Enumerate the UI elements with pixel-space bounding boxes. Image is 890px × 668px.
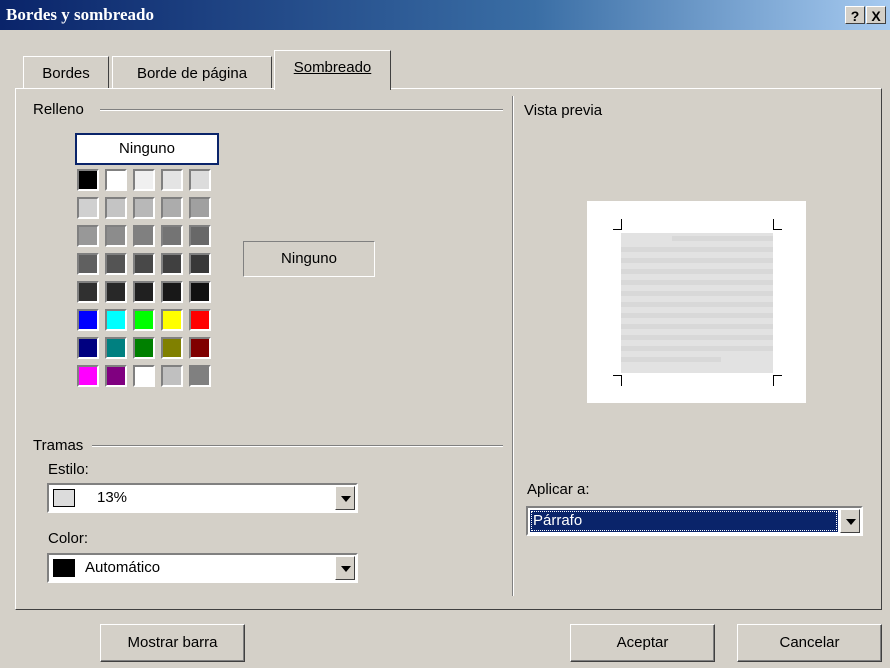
color-swatch-6-0[interactable] (77, 337, 99, 359)
apply-to-select[interactable]: Párrafo (526, 506, 863, 536)
window-title: Bordes y sombreado (6, 5, 154, 24)
color-swatch-0-2[interactable] (133, 169, 155, 191)
color-swatch-5-2[interactable] (133, 309, 155, 331)
vertical-separator (512, 96, 514, 596)
tab-borde-de-pagina-label: Borde de página (136, 65, 248, 82)
ok-button-label: Aceptar (616, 634, 669, 651)
chevron-down-icon[interactable] (840, 509, 860, 533)
color-value: Automático (85, 559, 161, 576)
tab-bordes[interactable]: Bordes (23, 56, 109, 90)
patterns-divider (92, 445, 503, 447)
color-swatch-4-1[interactable] (105, 281, 127, 303)
preview-line (621, 357, 721, 362)
color-swatch-0-1[interactable] (105, 169, 127, 191)
selected-fill-label: Ninguno (281, 250, 337, 267)
color-swatch-6-3[interactable] (161, 337, 183, 359)
color-swatch-0-4[interactable] (189, 169, 211, 191)
fill-divider (100, 109, 503, 111)
cancel-button[interactable]: Cancelar (737, 624, 882, 662)
color-swatch-2-1[interactable] (105, 225, 127, 247)
ok-button[interactable]: Aceptar (570, 624, 715, 662)
show-toolbar-button[interactable]: Mostrar barra (100, 624, 245, 662)
color-swatch-5-0[interactable] (77, 309, 99, 331)
color-swatch-7-4[interactable] (189, 365, 211, 387)
close-button[interactable]: X (866, 6, 886, 24)
color-swatch-4-0[interactable] (77, 281, 99, 303)
tab-sombreado[interactable]: Sombreado (274, 50, 391, 90)
color-swatch-5-3[interactable] (161, 309, 183, 331)
color-swatch-7-2[interactable] (133, 365, 155, 387)
color-swatch-3-3[interactable] (161, 253, 183, 275)
color-swatch-3-1[interactable] (105, 253, 127, 275)
color-swatch-6-1[interactable] (105, 337, 127, 359)
preview-line (621, 335, 773, 340)
color-swatch-1-0[interactable] (77, 197, 99, 219)
apply-to-label: Aplicar a: (527, 481, 590, 498)
preview-line (621, 247, 773, 252)
color-swatch-6-4[interactable] (189, 337, 211, 359)
color-label: Color: (48, 530, 89, 547)
style-label: Estilo: (48, 461, 89, 478)
preview-line (621, 269, 773, 274)
help-button[interactable]: ? (845, 6, 865, 24)
patterns-group-label: Tramas (33, 437, 90, 454)
color-swatch-7-0[interactable] (77, 365, 99, 387)
color-swatch-7-3[interactable] (161, 365, 183, 387)
color-swatch-3-4[interactable] (189, 253, 211, 275)
no-fill-button[interactable]: Ninguno (75, 133, 219, 165)
corner-mark (613, 375, 622, 386)
color-swatch-0-0[interactable] (77, 169, 99, 191)
color-swatch-5-4[interactable] (189, 309, 211, 331)
preview-line (621, 258, 773, 263)
style-select[interactable]: 13% (47, 483, 358, 513)
preview-line (621, 324, 773, 329)
no-fill-button-label: Ninguno (119, 140, 175, 157)
color-swatch-2-3[interactable] (161, 225, 183, 247)
tab-borde-de-pagina[interactable]: Borde de página (112, 56, 272, 90)
color-select[interactable]: Automático (47, 553, 358, 583)
color-swatch-2-0[interactable] (77, 225, 99, 247)
color-swatch-2-2[interactable] (133, 225, 155, 247)
color-swatch-1-1[interactable] (105, 197, 127, 219)
title-bar: Bordes y sombreado ? X (0, 0, 890, 30)
apply-to-value: Párrafo (530, 510, 838, 532)
preview-line (621, 280, 773, 285)
color-swatch-0-3[interactable] (161, 169, 183, 191)
color-swatch-3-0[interactable] (77, 253, 99, 275)
color-swatch (53, 559, 75, 577)
preview-label: Vista previa (524, 102, 603, 119)
selected-fill-display: Ninguno (243, 241, 375, 277)
corner-mark (773, 375, 782, 386)
preview-area (587, 201, 806, 403)
preview-line (621, 313, 773, 318)
corner-mark (613, 219, 622, 230)
color-swatch-6-2[interactable] (133, 337, 155, 359)
color-swatch-2-4[interactable] (189, 225, 211, 247)
style-swatch (53, 489, 75, 507)
tab-bordes-label: Bordes (42, 65, 90, 82)
preview-line (621, 302, 773, 307)
fill-group-label: Relleno (33, 101, 90, 118)
color-swatch-1-3[interactable] (161, 197, 183, 219)
color-swatch-4-4[interactable] (189, 281, 211, 303)
preview-line (672, 236, 773, 241)
style-value: 13% (97, 489, 128, 506)
cancel-button-label: Cancelar (779, 634, 840, 651)
tab-sombreado-label: Sombreado (293, 59, 372, 76)
color-swatch-1-4[interactable] (189, 197, 211, 219)
color-swatch-1-2[interactable] (133, 197, 155, 219)
chevron-down-icon[interactable] (335, 556, 355, 580)
color-swatch-7-1[interactable] (105, 365, 127, 387)
preview-line (621, 291, 773, 296)
color-swatch-4-2[interactable] (133, 281, 155, 303)
color-swatch-3-2[interactable] (133, 253, 155, 275)
color-swatch-5-1[interactable] (105, 309, 127, 331)
corner-mark (773, 219, 782, 230)
color-swatch-4-3[interactable] (161, 281, 183, 303)
preview-line (621, 346, 773, 351)
chevron-down-icon[interactable] (335, 486, 355, 510)
show-toolbar-button-label: Mostrar barra (127, 634, 218, 651)
